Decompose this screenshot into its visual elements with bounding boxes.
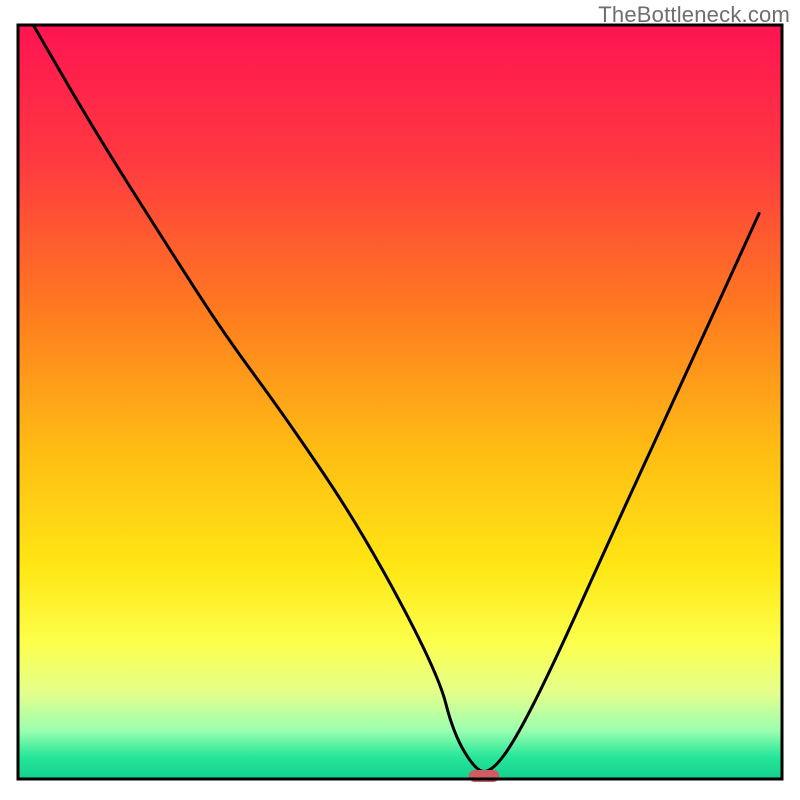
bottleneck-chart: TheBottleneck.com — [0, 0, 800, 800]
gradient-background — [18, 25, 782, 779]
chart-svg — [0, 0, 800, 800]
watermark-text: TheBottleneck.com — [598, 2, 790, 28]
